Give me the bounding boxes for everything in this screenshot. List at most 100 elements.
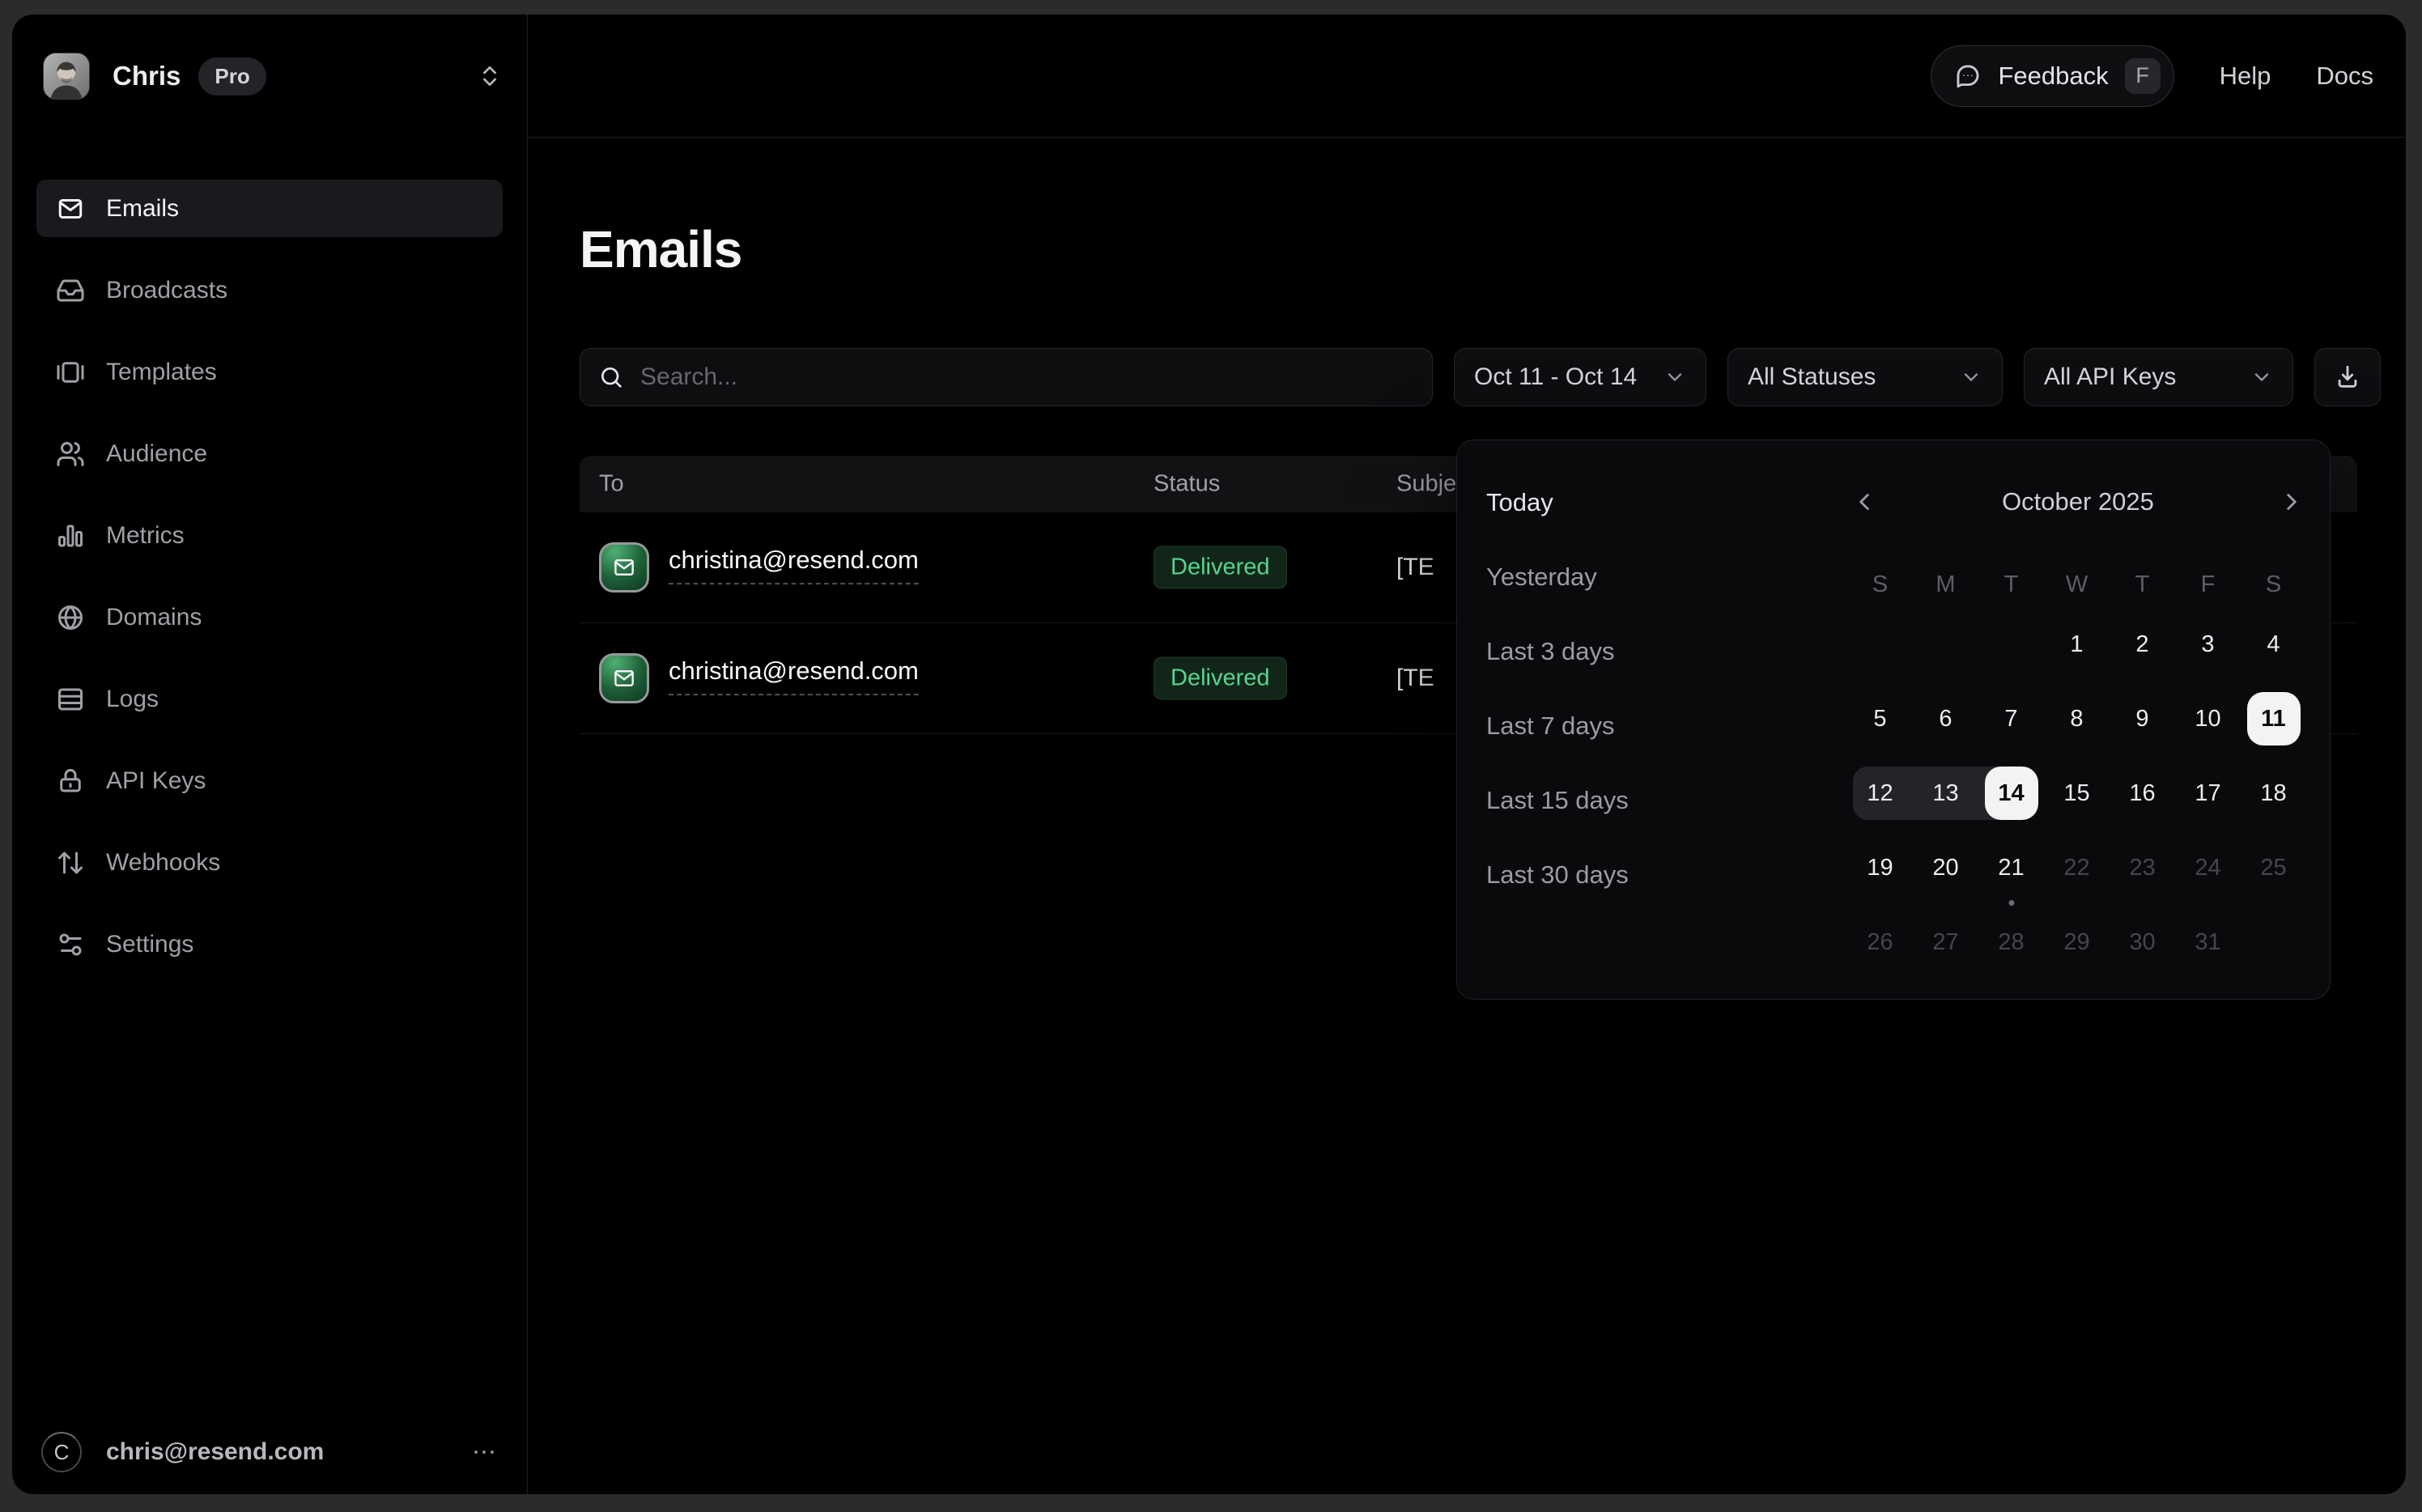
- calendar-day-30: 30: [2116, 915, 2169, 969]
- calendar-day-24: 24: [2182, 841, 2235, 894]
- preset-last-3-days[interactable]: Last 3 days: [1486, 634, 1629, 669]
- search-box[interactable]: [580, 348, 1433, 406]
- calendar-day-8[interactable]: 8: [2050, 692, 2104, 745]
- calendar-day-14[interactable]: 14: [1985, 767, 2038, 820]
- calendar-cell: 8: [2044, 682, 2110, 756]
- preset-last-30-days[interactable]: Last 30 days: [1486, 857, 1629, 893]
- sidebar-item-label: Audience: [106, 440, 207, 468]
- calendar-day-19[interactable]: 19: [1854, 841, 1907, 894]
- chevrons-up-down-icon: [477, 63, 503, 89]
- calendar-cell: 27: [1913, 905, 1978, 979]
- calendar-day-17[interactable]: 17: [2182, 767, 2235, 820]
- sidebar-item-label: Logs: [106, 686, 159, 713]
- sidebar-item-label: Domains: [106, 604, 202, 631]
- filter-bar: Oct 11 - Oct 14 All Statuses All API Key…: [580, 348, 2381, 406]
- help-link[interactable]: Help: [2220, 62, 2271, 91]
- calendar-day-13[interactable]: 13: [1919, 767, 1973, 820]
- arrow-up-down-icon: [56, 848, 85, 877]
- status-badge: Delivered: [1154, 657, 1287, 700]
- sidebar-item-broadcasts[interactable]: Broadcasts: [36, 261, 503, 319]
- search-input[interactable]: [639, 363, 1414, 392]
- previous-month-button[interactable]: [1850, 488, 1878, 516]
- workspace-switcher[interactable]: Chris Pro: [43, 50, 503, 102]
- calendar-cell: 18: [2241, 756, 2306, 830]
- preset-last-7-days[interactable]: Last 7 days: [1486, 708, 1629, 744]
- calendar-grid: 1234567891011121314151617181920212223242…: [1847, 607, 2306, 979]
- email-subject: [TE: [1396, 554, 1434, 581]
- export-download-button[interactable]: [2314, 348, 2381, 406]
- sidebar-item-api-keys[interactable]: API Keys: [36, 752, 503, 809]
- recipient-email: christina@resend.com: [669, 546, 919, 584]
- calendar-day-21[interactable]: 21: [1985, 841, 2038, 894]
- calendar-day-16[interactable]: 16: [2116, 767, 2169, 820]
- column-header-to: To: [599, 471, 624, 498]
- calendar-day-23: 23: [2116, 841, 2169, 894]
- calendar-day-4[interactable]: 4: [2247, 618, 2301, 671]
- calendar-cell: 21: [1978, 830, 2044, 905]
- preset-today[interactable]: Today: [1486, 485, 1629, 520]
- api-key-dropdown[interactable]: All API Keys: [2024, 348, 2293, 406]
- status-dropdown[interactable]: All Statuses: [1727, 348, 2003, 406]
- sidebar-item-templates[interactable]: Templates: [36, 343, 503, 401]
- gallery-icon: [56, 358, 85, 387]
- calendar-day-3[interactable]: 3: [2182, 618, 2235, 671]
- calendar-cell: 31: [2175, 905, 2241, 979]
- column-header-status: Status: [1154, 471, 1220, 498]
- calendar-day-5[interactable]: 5: [1854, 692, 1907, 745]
- api-key-value: All API Keys: [2044, 363, 2176, 391]
- calendar-day-7[interactable]: 7: [1985, 692, 2038, 745]
- preset-last-15-days[interactable]: Last 15 days: [1486, 783, 1629, 818]
- calendar-day-10[interactable]: 10: [2182, 692, 2235, 745]
- sidebar-item-settings[interactable]: Settings: [36, 915, 503, 973]
- sidebar-item-label: Metrics: [106, 522, 185, 550]
- calendar-day-2[interactable]: 2: [2116, 618, 2169, 671]
- feedback-button[interactable]: Feedback F: [1931, 45, 2173, 107]
- sidebar-item-logs[interactable]: Logs: [36, 670, 503, 728]
- status-badge: Delivered: [1154, 546, 1287, 589]
- calendar-day-9[interactable]: 9: [2116, 692, 2169, 745]
- plan-badge: Pro: [198, 57, 266, 96]
- calendar-day-20[interactable]: 20: [1919, 841, 1973, 894]
- mail-icon: [612, 555, 636, 580]
- sliders-icon: [56, 930, 85, 959]
- preset-yesterday[interactable]: Yesterday: [1486, 559, 1629, 595]
- docs-link[interactable]: Docs: [2316, 62, 2373, 91]
- calendar-cell: 28: [1978, 905, 2044, 979]
- users-icon: [56, 440, 85, 469]
- calendar-day-12[interactable]: 12: [1854, 767, 1907, 820]
- calendar-day-28: 28: [1985, 915, 2038, 969]
- calendar-cell: 19: [1847, 830, 1913, 905]
- calendar-day-15[interactable]: 15: [2050, 767, 2104, 820]
- calendar-cell: 14: [1978, 756, 2044, 830]
- calendar-cell: 20: [1913, 830, 1978, 905]
- day-of-week-label: T: [2110, 571, 2175, 598]
- calendar-header: October 2025: [1850, 487, 2305, 516]
- recipient-email: christina@resend.com: [669, 656, 919, 695]
- sidebar-item-metrics[interactable]: Metrics: [36, 507, 503, 564]
- calendar-month-label: October 2025: [2002, 487, 2154, 516]
- sidebar-item-audience[interactable]: Audience: [36, 425, 503, 482]
- sidebar-item-emails[interactable]: Emails: [36, 180, 503, 237]
- calendar-cell: 4: [2241, 607, 2306, 682]
- sidebar-item-domains[interactable]: Domains: [36, 588, 503, 646]
- calendar-day-25: 25: [2247, 841, 2301, 894]
- calendar-cell: 9: [2110, 682, 2175, 756]
- date-range-dropdown[interactable]: Oct 11 - Oct 14: [1454, 348, 1706, 406]
- calendar-day-6[interactable]: 6: [1919, 692, 1973, 745]
- account-menu-ellipsis-icon[interactable]: [470, 1438, 498, 1466]
- sidebar-item-label: Templates: [106, 359, 217, 386]
- bar-chart-icon: [56, 521, 85, 550]
- chevron-down-icon: [2250, 366, 2273, 389]
- mail-icon: [612, 666, 636, 690]
- calendar-day-27: 27: [1919, 915, 1973, 969]
- calendar-cell: 16: [2110, 756, 2175, 830]
- calendar-day-11[interactable]: 11: [2247, 692, 2301, 745]
- calendar-day-18[interactable]: 18: [2247, 767, 2301, 820]
- next-month-button[interactable]: [2278, 488, 2305, 516]
- sidebar-item-label: Emails: [106, 195, 179, 223]
- sidebar-item-webhooks[interactable]: Webhooks: [36, 834, 503, 891]
- date-presets: Today Yesterday Last 3 days Last 7 days Last…: [1486, 485, 1629, 932]
- account-avatar: C: [41, 1432, 82, 1472]
- calendar-cell: 13: [1913, 756, 1978, 830]
- calendar-day-1[interactable]: 1: [2050, 618, 2104, 671]
